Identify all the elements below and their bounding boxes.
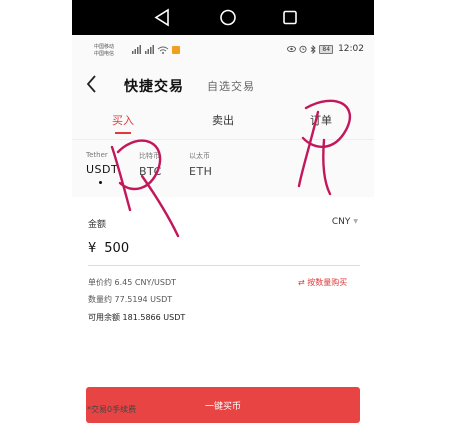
trade-tabs: 买入 卖出 订单 [72,112,374,134]
coin-name: Tether [86,151,108,159]
carrier-1: 中国移动 [94,44,115,50]
app-screen: 中国移动 中国电信 84 12:02 快捷交易 自选交易 买入 卖出 订单 Te… [72,35,374,423]
system-nav-bar [72,0,374,35]
coin-btc[interactable]: 比特币 BTC [139,151,162,178]
page-title: 快捷交易 [124,79,184,95]
swap-arrows-icon: ⇄ [298,278,305,287]
quantity-estimate: 数量约 77.5194 USDT [88,295,173,304]
tab-sell[interactable]: 卖出 [212,112,234,128]
page-header: 快捷交易 自选交易 [72,67,374,99]
back-arrow-icon[interactable] [84,73,100,95]
coin-symbol: BTC [139,165,162,178]
eye-icon [287,45,297,53]
coin-active-dot [99,181,102,184]
amount-value: 500 [104,241,130,256]
chevron-down-icon: ▼ [353,218,358,225]
circle-home-icon[interactable] [216,0,240,35]
alarm-icon [299,45,307,53]
tab-buy[interactable]: 买入 [112,112,134,128]
amount-underline [88,265,360,266]
coin-name: 以太币 [189,152,210,160]
fee-note: *交易0手续费 [87,405,137,414]
available-balance: 可用余额 181.5866 USDT [88,313,186,322]
coin-symbol: USDT [86,163,119,176]
amount-label: 金额 [88,220,107,230]
currency-symbol: ¥ [88,241,97,256]
carrier-labels: 中国移动 中国电信 [94,44,114,58]
signal-wifi-icon [132,45,180,54]
tab-custom-trade[interactable]: 自选交易 [207,78,255,94]
currency-value: CNY [331,217,351,227]
tab-active-indicator [115,132,131,134]
amount-input[interactable]: ¥500 [88,241,129,256]
unit-price: 单价约 6.45 CNY/USDT [88,278,177,287]
currency-select[interactable]: CNY ▼ [332,217,358,227]
status-right: 84 12:02 [287,43,364,55]
coin-eth[interactable]: 以太币 ETH [189,151,212,178]
status-time: 12:02 [338,44,364,54]
coin-symbol: ETH [189,165,213,178]
triangle-back-icon[interactable] [150,0,174,35]
buy-form: 金额 CNY ▼ ¥500 单价约 6.45 CNY/USDT 数量约 77.51… [72,197,374,423]
carrier-2: 中国电信 [94,51,115,57]
coin-selector: Tether USDT 比特币 BTC 以太币 ETH [72,151,374,191]
coin-name: 比特币 [139,152,160,160]
switch-label: 按数量购买 [307,278,348,287]
coin-usdt[interactable]: Tether USDT [86,151,119,184]
tab-orders[interactable]: 订单 [310,112,332,128]
battery-indicator: 84 [319,44,334,54]
switch-buy-by-quantity-link[interactable]: ⇄ 按数量购买 [298,277,347,288]
bluetooth-icon [311,44,317,54]
divider [72,139,374,140]
status-bar: 中国移动 中国电信 84 12:02 [72,35,374,67]
square-recent-icon[interactable] [278,0,302,35]
